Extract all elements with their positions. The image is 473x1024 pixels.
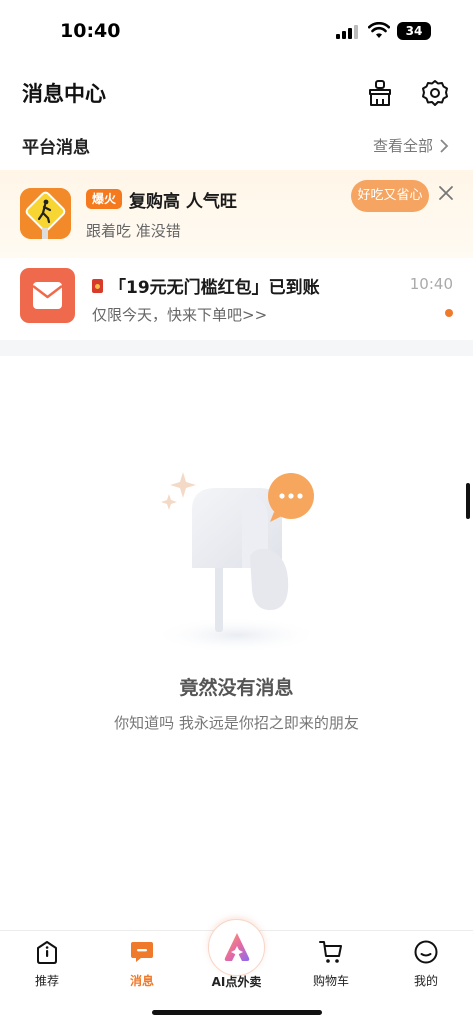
tab-ai-order[interactable]: AI点外卖: [196, 919, 277, 999]
platform-messages-heading: 平台消息: [22, 138, 90, 158]
view-all-label: 查看全部: [372, 137, 433, 155]
message-time: 10:40: [409, 275, 453, 293]
status-bar: 10:40 34: [0, 0, 473, 64]
chevron-right-icon: [440, 138, 449, 153]
tab-recommend-label: 推荐: [34, 974, 59, 988]
message-subtitle: 仅限今天，快来下单吧>>: [92, 306, 268, 324]
message-title: 「19元无门槛红包」已到账: [109, 278, 320, 298]
red-envelope-app-icon: [20, 268, 75, 323]
tab-profile[interactable]: 我的: [386, 931, 466, 1001]
empty-mailbox-illustration: [152, 472, 322, 650]
view-all-link[interactable]: 查看全部: [373, 135, 449, 156]
tab-cart-label: 购物车: [312, 974, 349, 988]
message-icon: [131, 942, 153, 962]
profile-icon: [414, 940, 438, 964]
home-indicator: [152, 1010, 322, 1015]
promo-title: 复购高 人气旺: [129, 192, 237, 212]
scroll-handle[interactable]: [466, 483, 470, 519]
tab-profile-label: 我的: [413, 974, 438, 988]
tab-recommend[interactable]: 推荐: [7, 931, 87, 1001]
unread-dot: [445, 309, 453, 317]
cellular-signal-icon: [336, 25, 358, 39]
tab-messages-label: 消息: [129, 974, 154, 988]
empty-state-title: 竟然没有消息: [179, 677, 294, 699]
status-time: 10:40: [60, 20, 121, 42]
page-title: 消息中心: [22, 82, 106, 106]
section-divider: [0, 340, 473, 356]
close-icon[interactable]: [437, 184, 455, 202]
battery-indicator: 34: [397, 22, 431, 40]
home-info-icon: [37, 941, 57, 964]
ai-logo-icon: [224, 933, 250, 961]
tab-messages[interactable]: 消息: [102, 931, 182, 1001]
broom-clean-icon[interactable]: [365, 78, 395, 108]
settings-gear-icon[interactable]: [420, 78, 450, 108]
wifi-icon: [368, 22, 390, 38]
ai-button-circle: [208, 919, 265, 976]
walker-logo-icon: [20, 188, 71, 239]
promo-subtitle: 跟着吃 准没错: [86, 222, 181, 240]
cart-icon: [319, 941, 342, 963]
tab-cart[interactable]: 购物车: [291, 931, 371, 1001]
tab-ai-order-label: AI点外卖: [211, 975, 262, 989]
empty-state-subtitle: 你知道吗 我永远是你招之即来的朋友: [114, 714, 359, 732]
promo-speech-bubble: 好吃又省心: [351, 180, 429, 212]
red-packet-message-row[interactable]: 「19元无门槛红包」已到账 10:40 仅限今天，快来下单吧>>: [0, 258, 473, 340]
red-envelope-icon: [92, 278, 103, 293]
hot-tag-badge: 爆火: [86, 189, 123, 209]
